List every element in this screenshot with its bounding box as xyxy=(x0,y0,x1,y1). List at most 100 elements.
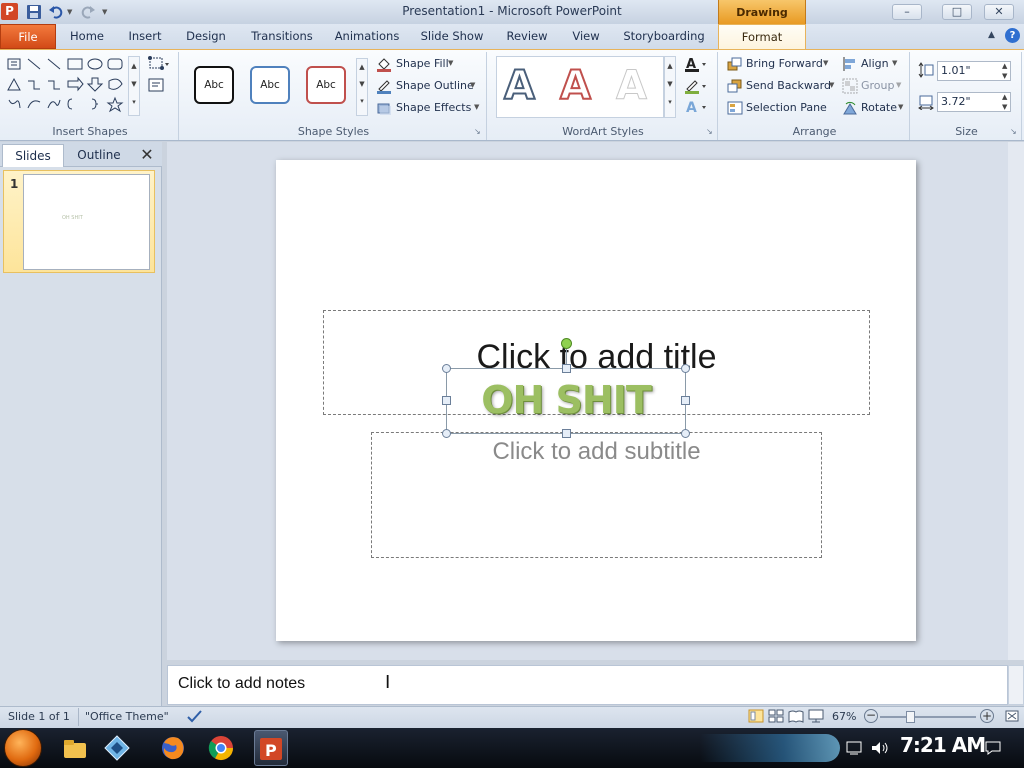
tab-slides[interactable]: Slides xyxy=(2,144,64,167)
volume-icon[interactable] xyxy=(870,740,890,756)
shape-effects-label: Shape Effects xyxy=(396,101,472,114)
text-outline-icon[interactable] xyxy=(684,78,708,94)
vertical-scrollbar[interactable] xyxy=(1008,142,1024,660)
network-icon[interactable] xyxy=(102,733,132,763)
window-title: Presentation1 - Microsoft PowerPoint xyxy=(402,4,622,18)
shape-outline-button[interactable]: Shape Outline ▼ xyxy=(376,77,486,95)
shape-style-sample-blue[interactable]: Abc xyxy=(250,66,290,104)
tab-home[interactable]: Home xyxy=(64,24,110,49)
tab-design[interactable]: Design xyxy=(180,24,232,49)
resize-handle-top-right[interactable] xyxy=(681,364,690,373)
shape-effects-button[interactable]: Shape Effects ▼ xyxy=(376,99,486,117)
slide-thumbnail[interactable] xyxy=(23,174,150,270)
edit-shape-icon[interactable] xyxy=(148,56,170,72)
chrome-icon[interactable] xyxy=(206,733,236,763)
align-button[interactable]: Align ▼ xyxy=(842,55,908,73)
dialog-launcher-icon[interactable]: ↘ xyxy=(706,127,713,136)
resize-handle-right[interactable] xyxy=(681,396,690,405)
close-button[interactable]: ✕ xyxy=(984,4,1014,20)
reading-view-icon[interactable] xyxy=(788,709,804,723)
shape-effects-icon xyxy=(376,100,392,116)
shape-fill-button[interactable]: Shape Fill ▼ xyxy=(376,55,486,73)
powerpoint-icon[interactable]: P xyxy=(256,734,286,764)
start-button[interactable] xyxy=(4,729,42,767)
bring-forward-label: Bring Forward xyxy=(746,57,823,70)
shape-style-sample-red[interactable]: Abc xyxy=(306,66,346,104)
zoom-in-icon[interactable]: + xyxy=(980,709,994,723)
taskbar-clock[interactable]: 7:21 AM xyxy=(900,733,986,757)
align-label: Align xyxy=(861,57,889,70)
rotation-handle[interactable] xyxy=(561,338,572,349)
resize-handle-top-left[interactable] xyxy=(442,364,451,373)
wordart-style-light[interactable]: A xyxy=(616,60,648,112)
file-explorer-icon[interactable] xyxy=(60,733,90,763)
send-backward-icon xyxy=(727,78,743,94)
notifications-icon[interactable] xyxy=(984,740,1002,756)
notes-placeholder: Click to add notes xyxy=(178,675,306,692)
shape-styles-gallery-scroll[interactable]: ▲ ▼ ▾ xyxy=(356,58,368,116)
shapes-gallery[interactable] xyxy=(6,56,128,116)
wordart-style-outline[interactable]: A xyxy=(503,60,536,112)
group-label: WordArt Styles xyxy=(562,125,644,138)
resize-handle-bottom[interactable] xyxy=(562,429,571,438)
bring-forward-button[interactable]: Bring Forward ▼ xyxy=(727,55,835,73)
send-backward-button[interactable]: Send Backward ▼ xyxy=(727,77,837,95)
shape-style-sample-black[interactable]: Abc xyxy=(194,66,234,104)
height-spinner-icon[interactable]: ▲ ▼ xyxy=(1002,61,1007,81)
slide-sorter-view-icon[interactable] xyxy=(768,709,784,723)
rotate-button[interactable]: Rotate ▼ xyxy=(842,99,908,117)
wordart-gallery-scroll[interactable]: ▲ ▼ ▾ xyxy=(664,56,676,118)
svg-text:A: A xyxy=(686,100,697,115)
help-icon[interactable]: ? xyxy=(1005,28,1020,43)
zoom-out-icon[interactable]: − xyxy=(864,709,878,723)
resize-handle-bottom-right[interactable] xyxy=(681,429,690,438)
selection-pane-label: Selection Pane xyxy=(746,101,827,114)
tab-transitions[interactable]: Transitions xyxy=(244,24,320,49)
zoom-slider-thumb[interactable] xyxy=(906,711,915,723)
firefox-icon[interactable] xyxy=(158,733,188,763)
resize-handle-bottom-left[interactable] xyxy=(442,429,451,438)
tab-outline[interactable]: Outline xyxy=(66,144,132,167)
dialog-launcher-icon[interactable]: ↘ xyxy=(474,127,481,136)
group-label-text: Group xyxy=(861,79,895,92)
align-icon xyxy=(842,56,858,72)
tab-slide-show[interactable]: Slide Show xyxy=(414,24,490,49)
action-center-icon[interactable] xyxy=(846,740,864,756)
subtitle-placeholder-text: Click to add subtitle xyxy=(492,438,701,465)
zoom-slider-track[interactable] xyxy=(880,716,976,718)
slide-show-view-icon[interactable] xyxy=(808,709,824,723)
dialog-launcher-icon[interactable]: ↘ xyxy=(1010,127,1017,136)
text-box-icon[interactable] xyxy=(148,78,164,92)
normal-view-icon[interactable] xyxy=(748,709,764,723)
resize-handle-left[interactable] xyxy=(442,396,451,405)
minimize-ribbon-icon[interactable]: ▲ xyxy=(988,30,995,40)
selection-pane-button[interactable]: Selection Pane xyxy=(727,99,827,117)
zoom-level[interactable]: 67% xyxy=(832,710,856,723)
chevron-down-icon: ▼ xyxy=(474,103,480,111)
notes-scrollbar[interactable] xyxy=(1008,665,1024,705)
shape-height-input[interactable]: 1.01" xyxy=(937,61,1011,81)
tab-review[interactable]: Review xyxy=(500,24,554,49)
tab-format[interactable]: Format xyxy=(718,24,806,50)
width-spinner-icon[interactable]: ▲ ▼ xyxy=(1002,92,1007,112)
close-pane-icon[interactable]: ✕ xyxy=(138,145,156,165)
text-effects-icon[interactable]: A xyxy=(684,99,708,115)
shapes-gallery-scroll[interactable]: ▲ ▼ ▾ xyxy=(128,56,140,116)
tab-insert[interactable]: Insert xyxy=(120,24,170,49)
spell-check-icon[interactable] xyxy=(186,708,204,724)
fit-slide-icon[interactable] xyxy=(1004,709,1020,723)
tab-file[interactable]: File xyxy=(0,24,56,49)
wordart-style-red[interactable]: A xyxy=(559,60,592,112)
tab-view[interactable]: View xyxy=(564,24,608,49)
text-fill-icon[interactable]: A xyxy=(684,56,708,72)
group-button[interactable]: Group ▼ xyxy=(842,77,908,95)
wordart-text[interactable]: OH SHIT xyxy=(446,378,686,422)
shape-width-input[interactable]: 3.72" xyxy=(937,92,1011,112)
tab-storyboarding[interactable]: Storyboarding xyxy=(618,24,710,49)
minimize-button[interactable]: – xyxy=(892,4,922,20)
tab-animations[interactable]: Animations xyxy=(330,24,404,49)
shape-outline-label: Shape Outline xyxy=(396,79,474,92)
theme-status[interactable]: "Office Theme" xyxy=(85,710,169,723)
maximize-button[interactable]: □ xyxy=(942,4,972,20)
resize-handle-top[interactable] xyxy=(562,364,571,373)
